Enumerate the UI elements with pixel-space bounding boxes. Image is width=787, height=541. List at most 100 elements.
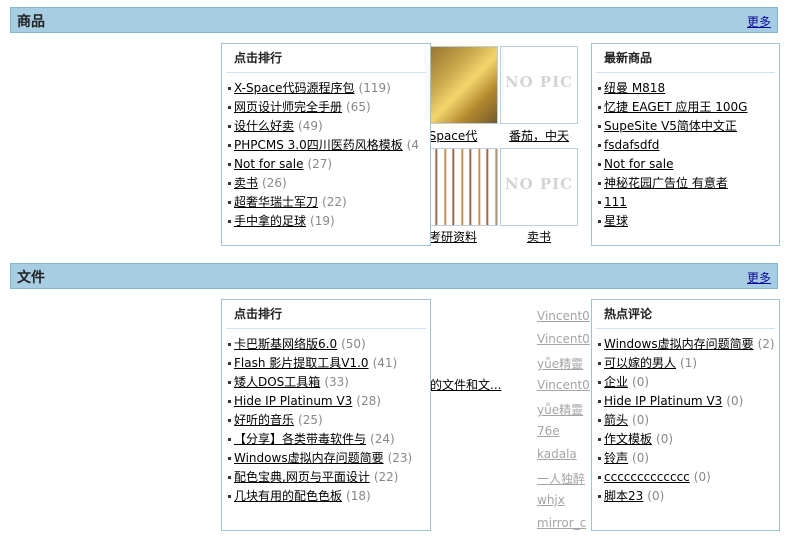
comment-count: (1) (680, 356, 698, 370)
latest-goods-link[interactable]: Not for sale (604, 157, 673, 171)
comment-count: (0) (632, 451, 650, 465)
latest-goods-link[interactable]: fsdafsdfd (604, 138, 659, 152)
goods-thumb-2-image[interactable]: NO PIC (500, 46, 578, 124)
list-item: Flash 影片提取工具V1.0 (41) (228, 354, 430, 373)
goods-thumb-4-caption[interactable]: 卖书 (527, 230, 551, 244)
bullet-icon (228, 381, 231, 384)
files-section-title: 文件 (17, 270, 45, 286)
user-link[interactable]: kadala (537, 447, 577, 461)
user-link[interactable]: yǚe精靈 (537, 355, 583, 372)
comment-count: (0) (647, 489, 665, 503)
goods-click-rank-title: 点击排行 (226, 44, 426, 73)
list-item: 箭头 (0) (598, 411, 779, 430)
files-rank-link[interactable]: 矮人DOS工具箱 (234, 375, 320, 389)
goods-rank-link[interactable]: 网页设计师完全手册 (234, 100, 342, 114)
list-item: 超奢华瑞士军刀 (22) (228, 193, 430, 212)
goods-rank-link[interactable]: 超奢华瑞士军刀 (234, 195, 318, 209)
list-item: 星球 (598, 212, 779, 231)
bullet-icon (228, 144, 231, 147)
list-item: Hide IP Platinum V3 (28) (228, 392, 430, 411)
bullet-icon (228, 476, 231, 479)
files-rank-link[interactable]: 几块有用的配色色板 (234, 489, 342, 503)
bullet-icon (598, 343, 601, 346)
goods-rank-link[interactable]: PHPCMS 3.0四川医药风格模板 (234, 138, 403, 152)
user-link[interactable]: whjx (537, 493, 565, 507)
bullet-icon (598, 220, 601, 223)
user-link[interactable]: mirror_c (537, 516, 586, 530)
hot-comments-title: 热点评论 (596, 300, 775, 329)
list-item: 111 (598, 193, 779, 212)
bullet-icon (598, 381, 601, 384)
goods-thumb-1-image[interactable] (420, 46, 498, 124)
bullet-icon (598, 182, 601, 185)
goods-thumb-2-caption[interactable]: 番茄，中天 (509, 129, 569, 143)
user-link[interactable]: Vincent0 (537, 378, 590, 392)
bullet-icon (598, 495, 601, 498)
goods-rank-link[interactable]: Not for sale (234, 157, 303, 171)
goods-rank-link[interactable]: X-Space代码源程序包 (234, 81, 355, 95)
hot-comment-link[interactable]: 作文模板 (604, 432, 652, 446)
hot-comment-link[interactable]: 铃声 (604, 451, 628, 465)
no-pic-placeholder: NO PIC (504, 73, 574, 91)
goods-thumb-3-image[interactable] (420, 148, 498, 226)
files-click-rank-title: 点击排行 (226, 300, 426, 329)
hot-comment-link[interactable]: 箭头 (604, 413, 628, 427)
hot-comment-link[interactable]: 可以嫁的男人 (604, 356, 676, 370)
click-count: (22) (322, 195, 347, 209)
hot-comment-link[interactable]: Hide IP Platinum V3 (604, 394, 722, 408)
comment-count: (0) (693, 470, 711, 484)
bullet-icon (598, 87, 601, 90)
list-item: ccccccccccccc (0) (598, 468, 779, 487)
goods-thumb-1-caption[interactable]: Space代 (429, 129, 478, 143)
files-rank-link[interactable]: 好听的音乐 (234, 413, 294, 427)
files-click-rank-panel: 点击排行 卡巴斯基网络版6.0 (50) Flash 影片提取工具V1.0 (41)… (221, 299, 431, 531)
files-more-link[interactable]: 更多 (747, 269, 771, 286)
latest-goods-panel: 最新商品 纽曼 M818 忆捷 EAGET 应用王 100G SupeSite … (591, 43, 780, 246)
hot-comment-link[interactable]: 脚本23 (604, 489, 643, 503)
user-link[interactable]: 76e (537, 424, 560, 438)
user-link[interactable]: Vincent0 (537, 332, 590, 346)
hot-comments-panel: 热点评论 Windows虚拟内存问题简要 (2) 可以嫁的男人 (1) 企业 (0) … (591, 299, 780, 531)
bullet-icon (228, 457, 231, 460)
files-rank-link[interactable]: Windows虚拟内存问题简要 (234, 451, 384, 465)
latest-goods-link[interactable]: 纽曼 M818 (604, 81, 665, 95)
user-link[interactable]: yǚe精靈 (537, 401, 583, 418)
goods-rank-link[interactable]: 设什么好卖 (234, 119, 294, 133)
list-item: 几块有用的配色色板 (18) (228, 487, 430, 506)
latest-goods-link[interactable]: 忆捷 EAGET 应用王 100G (604, 100, 747, 114)
list-item: Not for sale (27) (228, 155, 430, 174)
latest-goods-link[interactable]: SupeSite V5简体中文正 (604, 119, 737, 133)
list-item: 企业 (0) (598, 373, 779, 392)
files-rank-link[interactable]: 卡巴斯基网络版6.0 (234, 337, 337, 351)
latest-goods-link[interactable]: 111 (604, 195, 627, 209)
files-rank-link[interactable]: 【分享】各类带毒软件与 (234, 432, 366, 446)
files-rank-link[interactable]: Hide IP Platinum V3 (234, 394, 352, 408)
files-section-header: 文件 更多 (10, 263, 778, 289)
click-count: (4 (406, 138, 420, 152)
goods-thumb-3-caption[interactable]: 考研资料 (429, 230, 477, 244)
latest-goods-link[interactable]: 神秘花园广告位 有意者 (604, 176, 728, 190)
goods-rank-link[interactable]: 卖书 (234, 176, 258, 190)
goods-click-rank-panel: 点击排行 X-Space代码源程序包 (119) 网页设计师完全手册 (65) 设什… (221, 43, 431, 246)
list-item: 手中拿的足球 (19) (228, 212, 430, 231)
user-link[interactable]: Vincent0 (537, 309, 590, 323)
files-rank-link[interactable]: Flash 影片提取工具V1.0 (234, 356, 369, 370)
click-count: (26) (262, 176, 287, 190)
hot-comment-link[interactable]: ccccccccccccc (604, 470, 690, 484)
goods-section-title: 商品 (17, 14, 45, 30)
comment-count: (0) (632, 375, 650, 389)
latest-goods-link[interactable]: 星球 (604, 214, 628, 228)
click-count: (22) (373, 470, 399, 484)
user-link[interactable]: 一人独醉 (537, 470, 585, 487)
click-count: (25) (298, 413, 323, 427)
list-item: X-Space代码源程序包 (119) (228, 79, 430, 98)
hot-comment-link[interactable]: Windows虚拟内存问题简要 (604, 337, 754, 351)
list-item: fsdafsdfd (598, 136, 779, 155)
files-rank-link[interactable]: 配色宝典,网页与平面设计 (234, 470, 370, 484)
list-item: Windows虚拟内存问题简要 (23) (228, 449, 430, 468)
goods-more-link[interactable]: 更多 (747, 13, 771, 30)
bullet-icon (228, 125, 231, 128)
goods-thumb-4-image[interactable]: NO PIC (500, 148, 578, 226)
hot-comment-link[interactable]: 企业 (604, 375, 628, 389)
goods-rank-link[interactable]: 手中拿的足球 (234, 214, 306, 228)
